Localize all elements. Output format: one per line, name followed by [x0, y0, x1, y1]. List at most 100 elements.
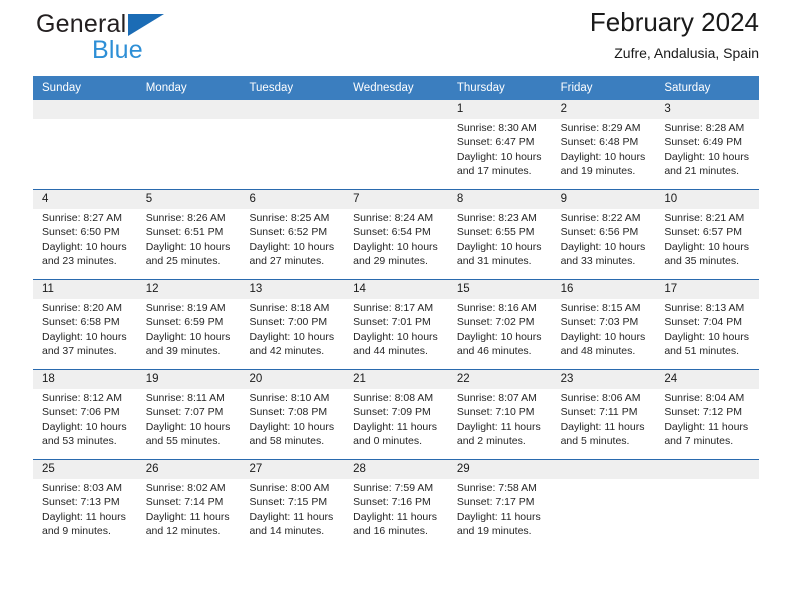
day-number[interactable]: 21 — [344, 370, 448, 389]
day-cell-details[interactable]: Sunrise: 8:25 AM Sunset: 6:52 PM Daylight:… — [240, 209, 344, 279]
day-number[interactable]: 16 — [552, 280, 656, 299]
week-daynumber-band: 4 5 6 7 8 9 10 — [33, 190, 759, 209]
day-cell-details[interactable]: Sunrise: 8:21 AM Sunset: 6:57 PM Daylight:… — [655, 209, 759, 279]
day-number[interactable]: 5 — [137, 190, 241, 209]
day-number[interactable]: 15 — [448, 280, 552, 299]
daylight-text-line2: and 14 minutes. — [249, 524, 325, 537]
day-number[interactable]: 29 — [448, 460, 552, 479]
day-cell-details[interactable]: Sunrise: 8:20 AM Sunset: 6:58 PM Daylight:… — [33, 299, 137, 369]
day-number[interactable]: 23 — [552, 370, 656, 389]
sunset-text: Sunset: 6:59 PM — [145, 316, 224, 329]
daylight-text-line1: Daylight: 10 hours — [42, 420, 127, 433]
day-cell-details[interactable]: Sunrise: 8:12 AM Sunset: 7:06 PM Daylight:… — [33, 389, 137, 459]
day-cell-details[interactable]: Sunrise: 8:04 AM Sunset: 7:12 PM Daylight:… — [655, 389, 759, 459]
weekday-header-thursday: Thursday — [456, 82, 505, 94]
sunrise-text: Sunrise: 7:58 AM — [456, 482, 537, 494]
day-number[interactable]: 1 — [448, 100, 552, 119]
day-number[interactable]: 11 — [33, 280, 137, 299]
sunset-text: Sunset: 7:17 PM — [456, 496, 535, 509]
daylight-text-line2: and 19 minutes. — [456, 524, 532, 537]
sunset-text: Sunset: 6:58 PM — [42, 316, 120, 329]
sunset-text: Sunset: 7:04 PM — [664, 316, 742, 329]
day-number[interactable]: 24 — [655, 370, 759, 389]
day-cell-empty — [137, 119, 241, 189]
day-number[interactable]: 6 — [240, 190, 344, 209]
day-cell-details[interactable]: Sunrise: 8:30 AM Sunset: 6:47 PM Daylight:… — [448, 119, 552, 189]
day-cell-details[interactable]: Sunrise: 8:13 AM Sunset: 7:04 PM Daylight:… — [655, 299, 759, 369]
daylight-text-line1: Daylight: 10 hours — [249, 420, 335, 433]
day-number[interactable]: 14 — [344, 280, 448, 299]
daylight-text-line2: and 51 minutes. — [664, 344, 740, 357]
week-daynumber-band: 18 19 20 21 22 23 24 — [33, 370, 759, 389]
daylight-text-line1: Daylight: 11 hours — [353, 510, 438, 523]
day-number[interactable]: 9 — [552, 190, 656, 209]
day-cell-details[interactable]: Sunrise: 8:10 AM Sunset: 7:08 PM Daylight:… — [240, 389, 344, 459]
day-number[interactable]: 18 — [33, 370, 137, 389]
sunset-text: Sunset: 7:16 PM — [353, 496, 431, 509]
sunrise-text: Sunrise: 8:11 AM — [145, 392, 225, 404]
day-number[interactable]: 10 — [655, 190, 759, 209]
day-number[interactable]: 25 — [33, 460, 137, 479]
sunrise-text: Sunrise: 8:23 AM — [456, 212, 537, 224]
day-number[interactable]: 3 — [655, 100, 759, 119]
daylight-text-line1: Daylight: 10 hours — [145, 240, 231, 253]
day-cell-details[interactable]: Sunrise: 8:29 AM Sunset: 6:48 PM Daylight:… — [552, 119, 656, 189]
day-number[interactable]: 7 — [344, 190, 448, 209]
day-number[interactable]: 22 — [448, 370, 552, 389]
day-number[interactable]: 8 — [448, 190, 552, 209]
sunrise-text: Sunrise: 8:10 AM — [249, 392, 330, 404]
day-number[interactable]: 20 — [240, 370, 344, 389]
daylight-text-line1: Daylight: 10 hours — [560, 240, 646, 253]
day-number[interactable]: 26 — [137, 460, 241, 479]
daylight-text-line1: Daylight: 10 hours — [560, 150, 646, 163]
daylight-text-line1: Daylight: 10 hours — [456, 330, 542, 343]
day-number[interactable]: 13 — [240, 280, 344, 299]
day-cell-details[interactable]: Sunrise: 8:08 AM Sunset: 7:09 PM Daylight:… — [344, 389, 448, 459]
day-cell-details[interactable]: Sunrise: 8:17 AM Sunset: 7:01 PM Daylight:… — [344, 299, 448, 369]
day-cell-details[interactable]: Sunrise: 8:15 AM Sunset: 7:03 PM Daylight:… — [552, 299, 656, 369]
sunset-text: Sunset: 6:52 PM — [249, 226, 328, 239]
day-number[interactable]: 4 — [33, 190, 137, 209]
day-cell-details[interactable]: Sunrise: 8:26 AM Sunset: 6:51 PM Daylight:… — [137, 209, 241, 279]
day-cell-details[interactable]: Sunrise: 8:03 AM Sunset: 7:13 PM Daylight:… — [33, 479, 137, 549]
day-cell-details[interactable]: Sunrise: 8:22 AM Sunset: 6:56 PM Daylight:… — [552, 209, 656, 279]
sunrise-text: Sunrise: 8:25 AM — [249, 212, 330, 224]
sunrise-text: Sunrise: 8:07 AM — [456, 392, 537, 404]
sunrise-text: Sunrise: 7:59 AM — [353, 482, 434, 494]
title-block: February 2024 Zufre, Andalusia, Spain — [590, 6, 759, 63]
day-cell-details[interactable]: Sunrise: 8:07 AM Sunset: 7:10 PM Daylight:… — [448, 389, 552, 459]
day-cell-details[interactable]: Sunrise: 8:24 AM Sunset: 6:54 PM Daylight:… — [344, 209, 448, 279]
day-number[interactable]: 28 — [344, 460, 448, 479]
day-number[interactable]: 27 — [240, 460, 344, 479]
day-cell-details[interactable]: Sunrise: 8:02 AM Sunset: 7:14 PM Daylight:… — [137, 479, 241, 549]
day-cell-details[interactable]: Sunrise: 7:58 AM Sunset: 7:17 PM Daylight:… — [448, 479, 552, 549]
day-cell-details[interactable]: Sunrise: 7:59 AM Sunset: 7:16 PM Daylight:… — [344, 479, 448, 549]
sunrise-text: Sunrise: 8:15 AM — [560, 302, 641, 314]
day-number[interactable]: 2 — [552, 100, 656, 119]
daylight-text-line1: Daylight: 11 hours — [42, 510, 126, 523]
day-cell-empty — [552, 479, 656, 549]
daylight-text-line1: Daylight: 11 hours — [145, 510, 230, 523]
sunrise-text: Sunrise: 8:26 AM — [145, 212, 226, 224]
day-cell-details[interactable]: Sunrise: 8:11 AM Sunset: 7:07 PM Daylight:… — [137, 389, 241, 459]
day-cell-details[interactable]: Sunrise: 8:27 AM Sunset: 6:50 PM Daylight:… — [33, 209, 137, 279]
sunrise-text: Sunrise: 8:12 AM — [42, 392, 122, 404]
day-cell-details[interactable]: Sunrise: 8:19 AM Sunset: 6:59 PM Daylight:… — [137, 299, 241, 369]
day-number-empty — [240, 100, 344, 119]
day-cell-details[interactable]: Sunrise: 8:06 AM Sunset: 7:11 PM Daylight:… — [552, 389, 656, 459]
day-cell-details[interactable]: Sunrise: 8:28 AM Sunset: 6:49 PM Daylight:… — [655, 119, 759, 189]
daylight-text-line1: Daylight: 10 hours — [456, 240, 542, 253]
day-cell-details[interactable]: Sunrise: 8:23 AM Sunset: 6:55 PM Daylight:… — [448, 209, 552, 279]
daylight-text-line2: and 2 minutes. — [456, 434, 526, 447]
day-number[interactable]: 17 — [655, 280, 759, 299]
day-cell-details[interactable]: Sunrise: 8:18 AM Sunset: 7:00 PM Daylight:… — [240, 299, 344, 369]
day-cell-details[interactable]: Sunrise: 8:00 AM Sunset: 7:15 PM Daylight:… — [240, 479, 344, 549]
daylight-text-line2: and 39 minutes. — [145, 344, 221, 357]
day-number[interactable]: 19 — [137, 370, 241, 389]
day-number[interactable]: 12 — [137, 280, 241, 299]
sunset-text: Sunset: 7:07 PM — [145, 406, 224, 419]
daylight-text-line2: and 48 minutes. — [560, 344, 636, 357]
day-cell-details[interactable]: Sunrise: 8:16 AM Sunset: 7:02 PM Daylight:… — [448, 299, 552, 369]
day-cell-empty — [33, 119, 137, 189]
sunset-text: Sunset: 6:50 PM — [42, 226, 120, 239]
